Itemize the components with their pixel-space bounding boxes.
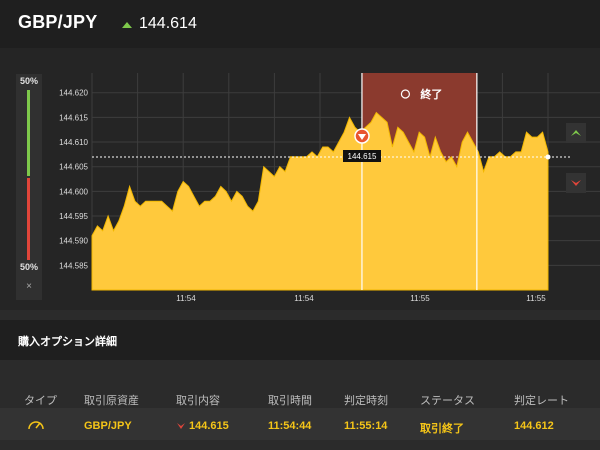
end-window-label: 終了 — [420, 87, 442, 101]
y-tick-label: 144.620 — [59, 89, 88, 98]
cell-asset: GBP/JPY — [84, 420, 132, 432]
y-tick-label: 144.615 — [59, 113, 88, 122]
high-button[interactable] — [566, 123, 586, 143]
rate-marker-label: 144.615 — [348, 152, 377, 161]
col-rate: 判定レート — [514, 395, 569, 407]
cell-status: 取引終了 — [420, 423, 464, 435]
chevron-up-icon — [571, 130, 581, 136]
gauge-top-label: 50% — [19, 76, 38, 86]
col-status: ステータス — [420, 395, 475, 407]
low-button[interactable] — [566, 173, 586, 193]
y-tick-label: 144.605 — [59, 163, 88, 172]
y-tick-label: 144.610 — [59, 138, 88, 147]
x-tick-label: 11:54 — [176, 294, 196, 303]
gauge-icon — [28, 421, 44, 430]
chevron-down-icon — [571, 180, 581, 186]
gauge-bottom-label: 50% — [19, 262, 38, 272]
rate-chart: 144.585 144.590 144.595 144.600 144.605 144.6… — [59, 73, 600, 303]
col-judge-time: 判定時刻 — [344, 395, 388, 407]
cell-content: 144.615 — [189, 420, 229, 432]
y-tick-label: 144.585 — [59, 261, 88, 270]
close-icon[interactable]: × — [16, 281, 42, 292]
col-asset: 取引原資産 — [84, 395, 139, 407]
cell-judge-time: 11:55:14 — [344, 420, 388, 432]
y-tick-label: 144.595 — [59, 212, 88, 221]
purchase-details-header: 購入オプション詳細 — [0, 320, 600, 360]
x-tick-label: 11:55 — [410, 294, 430, 303]
y-tick-label: 144.590 — [59, 237, 88, 246]
col-content: 取引内容 — [176, 395, 220, 407]
x-tick-label: 11:54 — [294, 294, 314, 303]
cell-time: 11:54:44 — [268, 420, 312, 432]
gauge-green-bar — [27, 90, 30, 176]
sentiment-gauge: 50% 50% × — [16, 74, 42, 300]
x-tick-label: 11:55 — [526, 294, 546, 303]
col-type: タイプ — [24, 395, 57, 407]
y-tick-label: 144.600 — [59, 187, 88, 196]
current-rate-dot — [545, 154, 551, 160]
gauge-red-bar — [27, 178, 30, 260]
chevron-down-icon — [177, 423, 185, 429]
section-title: 購入オプション詳細 — [18, 336, 117, 348]
col-time: 取引時間 — [268, 395, 312, 407]
cell-rate: 144.612 — [514, 420, 554, 432]
